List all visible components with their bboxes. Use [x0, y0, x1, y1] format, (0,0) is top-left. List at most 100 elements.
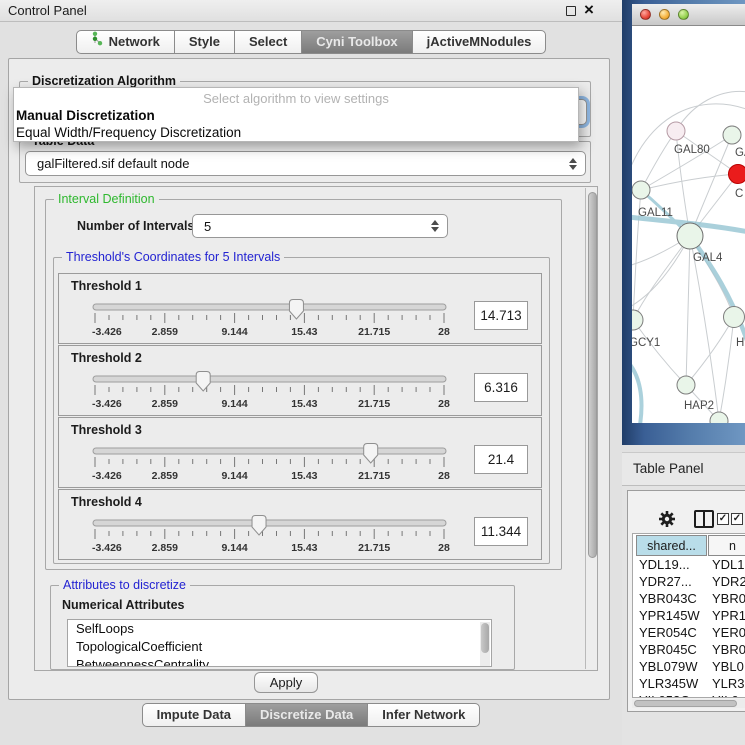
scrollbar-thumb[interactable] [634, 700, 737, 707]
network-node-h[interactable] [724, 307, 745, 328]
cell-name: YIL0 [712, 693, 739, 698]
network-canvas[interactable]: GAL80 GA C GAL11 GAL4 GCY1 H HAP2 [632, 26, 745, 423]
attribute-item[interactable]: BetweennessCentrality [68, 656, 491, 667]
table-row[interactable]: YBR043C YBR0 [633, 591, 745, 608]
close-icon[interactable]: × [584, 0, 594, 20]
network-icon [91, 31, 104, 53]
network-node-c[interactable] [729, 165, 745, 184]
panel-scrollbar[interactable] [585, 188, 597, 669]
tab-network[interactable]: Network [76, 30, 175, 54]
svg-text:21.715: 21.715 [358, 398, 390, 410]
svg-text:15.43: 15.43 [291, 470, 317, 482]
checkbox-icon[interactable]: ✓ [717, 513, 729, 525]
table-row[interactable]: YBR045C YBR0 [633, 642, 745, 659]
checkbox-icon[interactable]: ✓ [731, 513, 743, 525]
tab-cyni-toolbox[interactable]: Cyni Toolbox [301, 30, 412, 54]
threshold-value-field[interactable]: 11.344 [474, 517, 528, 546]
svg-text:-3.426: -3.426 [92, 470, 122, 482]
svg-text:21.715: 21.715 [358, 326, 390, 338]
algorithm-popup-prompt: Select algorithm to view settings [14, 88, 578, 107]
apply-button[interactable]: Apply [254, 672, 318, 693]
algorithm-option-manual[interactable]: Manual Discretization [14, 107, 578, 124]
tab-label: Discretize Data [260, 704, 353, 726]
table-row[interactable]: YLR345W YLR3 [633, 676, 745, 693]
threshold-list: Threshold 1 -3.4262.8599.14415.4321.7152… [58, 272, 542, 560]
red-light-icon[interactable] [640, 9, 651, 20]
network-node-label: GA [735, 147, 745, 159]
table-horizontal-scrollbar[interactable] [632, 699, 745, 708]
network-node-label: GAL11 [638, 207, 673, 219]
cell-shared-name: YBL079W [639, 659, 698, 674]
cell-shared-name: YPR145W [639, 608, 700, 623]
cell-name: YPR1 [712, 608, 745, 623]
network-node-label: H [736, 337, 744, 349]
column-header-shared-name[interactable]: shared... [636, 535, 707, 556]
group-title: Threshold's Coordinates for 5 Intervals [62, 250, 284, 264]
threshold-value-field[interactable]: 14.713 [474, 301, 528, 330]
table-row[interactable]: YIL052C YIL0 [633, 693, 745, 698]
threshold-label: Threshold 2 [71, 351, 142, 365]
network-node-label: C [735, 188, 743, 200]
network-node-label: HAP2 [684, 400, 714, 412]
network-node-gcy1[interactable] [632, 310, 643, 330]
algorithm-option-equal-width[interactable]: Equal Width/Frequency Discretization [14, 124, 578, 141]
table-row[interactable]: YBL079W YBL0 [633, 659, 745, 676]
column-header-name[interactable]: n [708, 535, 745, 556]
tab-label: Style [189, 31, 220, 53]
green-light-icon[interactable] [678, 9, 689, 20]
float-window-icon[interactable] [566, 6, 576, 16]
yellow-light-icon[interactable] [659, 9, 670, 20]
gear-icon[interactable] [658, 510, 676, 528]
cell-name: YDR2 [712, 574, 745, 589]
network-node-ga[interactable] [723, 126, 741, 144]
tab-label: Infer Network [382, 704, 465, 726]
threshold-slider[interactable]: -3.4262.8599.14415.4321.71528 [87, 514, 452, 558]
table-data-combobox[interactable]: galFiltered.sif default node [25, 151, 586, 176]
table-row[interactable]: YDL19... YDL1 [633, 557, 745, 574]
table-row[interactable]: YPR145W YPR1 [633, 608, 745, 625]
tab-label: Impute Data [157, 704, 231, 726]
table-row[interactable]: YER054C YER0 [633, 625, 745, 642]
cell-shared-name: YDL19... [639, 557, 690, 572]
svg-text:28: 28 [438, 326, 450, 338]
attribute-item[interactable]: SelfLoops [68, 620, 491, 638]
threshold-slider[interactable]: -3.4262.8599.14415.4321.71528 [87, 442, 452, 486]
network-node-label: GAL4 [693, 252, 723, 264]
network-node-label: GCY1 [632, 337, 660, 349]
svg-text:15.43: 15.43 [291, 326, 317, 338]
svg-text:9.144: 9.144 [221, 398, 247, 410]
scrollbar-thumb[interactable] [588, 192, 597, 558]
svg-text:-3.426: -3.426 [92, 398, 122, 410]
svg-text:28: 28 [438, 398, 450, 410]
tab-jactivemnodules[interactable]: jActiveMNodules [412, 30, 547, 54]
threshold-value-field[interactable]: 21.4 [474, 445, 528, 474]
tab-label: Cyni Toolbox [316, 31, 397, 53]
svg-text:9.144: 9.144 [221, 326, 247, 338]
network-node-gal4[interactable] [677, 223, 703, 249]
network-node-gal80[interactable] [667, 122, 685, 140]
bottom-tab-discretize-data[interactable]: Discretize Data [245, 703, 368, 727]
svg-text:2.859: 2.859 [152, 398, 178, 410]
network-node-gal11[interactable] [632, 181, 650, 199]
cell-shared-name: YDR27... [639, 574, 692, 589]
tab-select[interactable]: Select [234, 30, 302, 54]
cell-shared-name: YBR043C [639, 591, 697, 606]
network-node-label: GAL80 [674, 144, 710, 156]
columns-icon[interactable] [694, 510, 714, 528]
threshold-slider[interactable]: -3.4262.8599.14415.4321.71528 [87, 370, 452, 414]
tab-style[interactable]: Style [174, 30, 235, 54]
number-of-intervals-combobox[interactable]: 5 [192, 214, 448, 238]
threshold-value-field[interactable]: 6.316 [474, 373, 528, 402]
network-node-hap2[interactable] [677, 376, 695, 394]
panel-title: Control Panel [8, 0, 87, 21]
cell-shared-name: YLR345W [639, 676, 698, 691]
attribute-item[interactable]: TopologicalCoefficient [68, 638, 491, 656]
threshold-slider[interactable]: -3.4262.8599.14415.4321.71528 [87, 298, 452, 342]
bottom-tab-impute-data[interactable]: Impute Data [142, 703, 246, 727]
network-window-titlebar[interactable] [632, 4, 745, 26]
scrollbar-thumb[interactable] [481, 623, 489, 653]
table-row[interactable]: YDR27... YDR2 [633, 574, 745, 591]
bottom-tab-infer-network[interactable]: Infer Network [367, 703, 480, 727]
threshold-label: Threshold 1 [71, 279, 142, 293]
attributes-scrollbar[interactable] [480, 622, 490, 666]
